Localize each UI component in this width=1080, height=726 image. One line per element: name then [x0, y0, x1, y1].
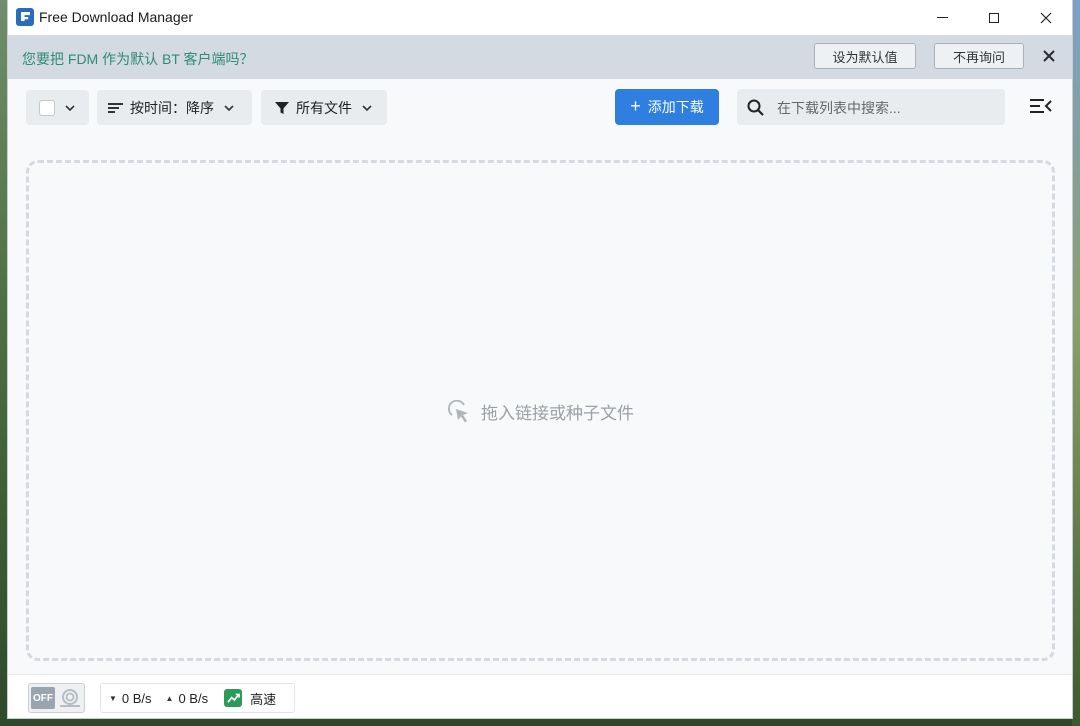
menu-collapse-icon[interactable]: [1030, 97, 1052, 115]
notice-text: 您要把 FDM 作为默认 BT 客户端吗？: [22, 51, 254, 67]
set-default-button[interactable]: 设为默认值: [814, 43, 916, 69]
desktop-wallpaper: [1072, 0, 1080, 726]
search-box[interactable]: [737, 89, 1005, 127]
speed-mode-label: 高速: [250, 691, 277, 707]
search-input[interactable]: [775, 89, 999, 127]
select-all-checkbox[interactable]: [39, 99, 55, 116]
close-icon: [1040, 12, 1052, 23]
title-bar: Free Download Manager: [8, 0, 1072, 35]
drop-zone[interactable]: 拖入链接或种子文件: [26, 160, 1055, 661]
app-window: Free Download Manager 您要把 FDM 作为默认 BT 客户…: [8, 0, 1072, 718]
download-speed: ▼ 0 B/s: [101, 691, 152, 706]
close-window-button[interactable]: [1020, 0, 1072, 35]
app-logo-icon: [16, 8, 34, 26]
status-bar: OFF ▼ 0 B/s ▲ 0 B/s 高速: [8, 674, 1072, 718]
maximize-icon: [989, 12, 999, 23]
toggle-off-label: OFF: [31, 687, 55, 709]
chevron-down-icon: [362, 104, 372, 111]
window-title: Free Download Manager: [39, 9, 194, 25]
sort-label: 按时间：降序: [130, 99, 214, 116]
chevron-down-icon: [224, 104, 234, 111]
drag-pointer-icon: [448, 399, 468, 422]
upload-speed: ▲ 0 B/s: [158, 691, 209, 706]
trend-up-icon: [224, 689, 243, 707]
minimize-icon: [936, 17, 948, 18]
never-ask-button[interactable]: 不再询问: [934, 43, 1024, 69]
close-icon[interactable]: [1042, 49, 1056, 63]
chevron-down-icon: [65, 104, 75, 111]
maximize-button[interactable]: [968, 0, 1020, 35]
search-icon: [747, 99, 764, 116]
filter-icon: [275, 101, 289, 114]
sort-dropdown[interactable]: 按时间：降序: [97, 90, 252, 125]
drop-hint: 拖入链接或种子文件: [29, 399, 1052, 424]
select-all-dropdown[interactable]: [26, 90, 89, 125]
default-client-notice: 您要把 FDM 作为默认 BT 客户端吗？ 设为默认值 不再询问: [8, 35, 1072, 79]
download-speed-value: 0 B/s: [121, 690, 152, 706]
snail-icon: [60, 689, 80, 707]
drop-hint-text: 拖入链接或种子文件: [481, 404, 634, 423]
upload-arrow-icon: ▲: [165, 693, 174, 703]
filter-label: 所有文件: [296, 99, 352, 116]
file-filter-dropdown[interactable]: 所有文件: [261, 90, 387, 125]
add-download-button[interactable]: + 添加下载: [615, 89, 719, 125]
add-download-label: 添加下载: [647, 99, 704, 115]
upload-speed-value: 0 B/s: [178, 690, 209, 706]
minimize-button[interactable]: [916, 0, 968, 35]
speed-indicator[interactable]: ▼ 0 B/s ▲ 0 B/s 高速: [100, 683, 295, 713]
download-arrow-icon: ▼: [109, 693, 117, 703]
speed-limit-toggle[interactable]: OFF: [28, 683, 85, 713]
sort-icon: [108, 102, 123, 113]
plus-icon: +: [630, 95, 641, 116]
